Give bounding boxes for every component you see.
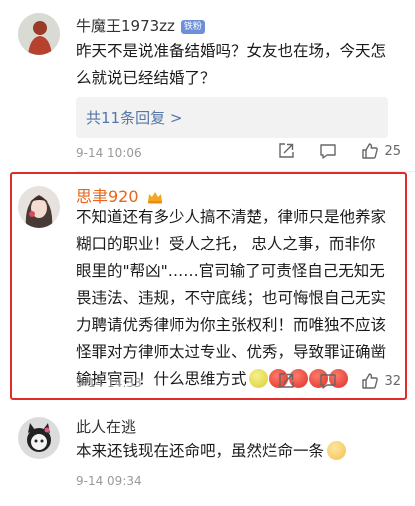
username-text[interactable]: 此人在逃 xyxy=(76,418,136,436)
view-replies-button[interactable]: 共11条回复 > xyxy=(76,97,388,138)
comment-line: 昨天不是说准备结婚吗？女友也在场，今天怎 xyxy=(76,42,387,60)
like-icon[interactable] xyxy=(360,141,380,161)
comment-line: 不知道还有多少人搞不清楚，律师只是他养家 xyxy=(76,208,387,226)
comment-line: 畏违法、违规，不守底线；也可悔恨自己无实 xyxy=(76,289,387,307)
username-text[interactable]: 牛魔王1973zz xyxy=(76,17,175,35)
fan-badge: 铁粉 xyxy=(180,20,205,34)
comment-line: 么就说已经结婚了？ xyxy=(76,69,216,87)
comment-line: 糊口的职业！受人之托， 忠人之事，而非你 xyxy=(76,235,376,253)
avatar[interactable] xyxy=(18,417,60,459)
share-button[interactable] xyxy=(276,141,296,161)
like-count: 25 xyxy=(384,143,401,159)
avatar[interactable] xyxy=(18,13,60,55)
comment-icon[interactable] xyxy=(318,371,338,391)
comment-text: 不知道还有多少人搞不清楚，律师只是他养家 糊口的职业！受人之托， 忠人之事，而非… xyxy=(76,204,386,393)
avatar[interactable] xyxy=(18,186,60,228)
timestamp: 9-14 09:34 xyxy=(76,474,142,488)
comment-text: 昨天不是说准备结婚吗？女友也在场，今天怎 么就说已经结婚了？ xyxy=(76,38,386,92)
timestamp: 9-14 14:33 xyxy=(76,376,142,390)
comment-icon[interactable] xyxy=(318,141,338,161)
reply-button[interactable] xyxy=(318,141,338,161)
share-icon[interactable] xyxy=(276,141,296,161)
sweat-emoji xyxy=(327,441,347,460)
like-button[interactable]: 32 xyxy=(360,371,401,391)
like-icon[interactable] xyxy=(360,371,380,391)
timestamp: 9-14 10:06 xyxy=(76,146,142,160)
reply-button[interactable] xyxy=(318,371,338,391)
like-count: 32 xyxy=(384,373,401,389)
share-icon[interactable] xyxy=(276,371,296,391)
comment-text: 本来还钱现在还命吧，虽然烂命一条 xyxy=(76,438,347,465)
comment-line: 力聘请优秀律师为你主张权利！而唯独不应该 xyxy=(76,316,387,334)
username[interactable]: 此人在逃 xyxy=(76,416,136,437)
comment-line: 眼里的"帮凶"……官司输了可责怪自己无知无 xyxy=(76,262,385,280)
share-button[interactable] xyxy=(276,371,296,391)
comment-line: 本来还钱现在还命吧，虽然烂命一条 xyxy=(76,442,325,460)
like-button[interactable]: 25 xyxy=(360,141,401,161)
view-replies-label[interactable]: 共11条回复 > xyxy=(86,107,182,128)
username[interactable]: 牛魔王1973zz 铁粉 xyxy=(76,15,205,36)
comment-actions: 25 xyxy=(254,141,401,161)
comment-line: 怪罪对方律师太过专业、优秀，导致罪证确凿 xyxy=(76,343,387,361)
comment-actions: 32 xyxy=(254,371,401,391)
